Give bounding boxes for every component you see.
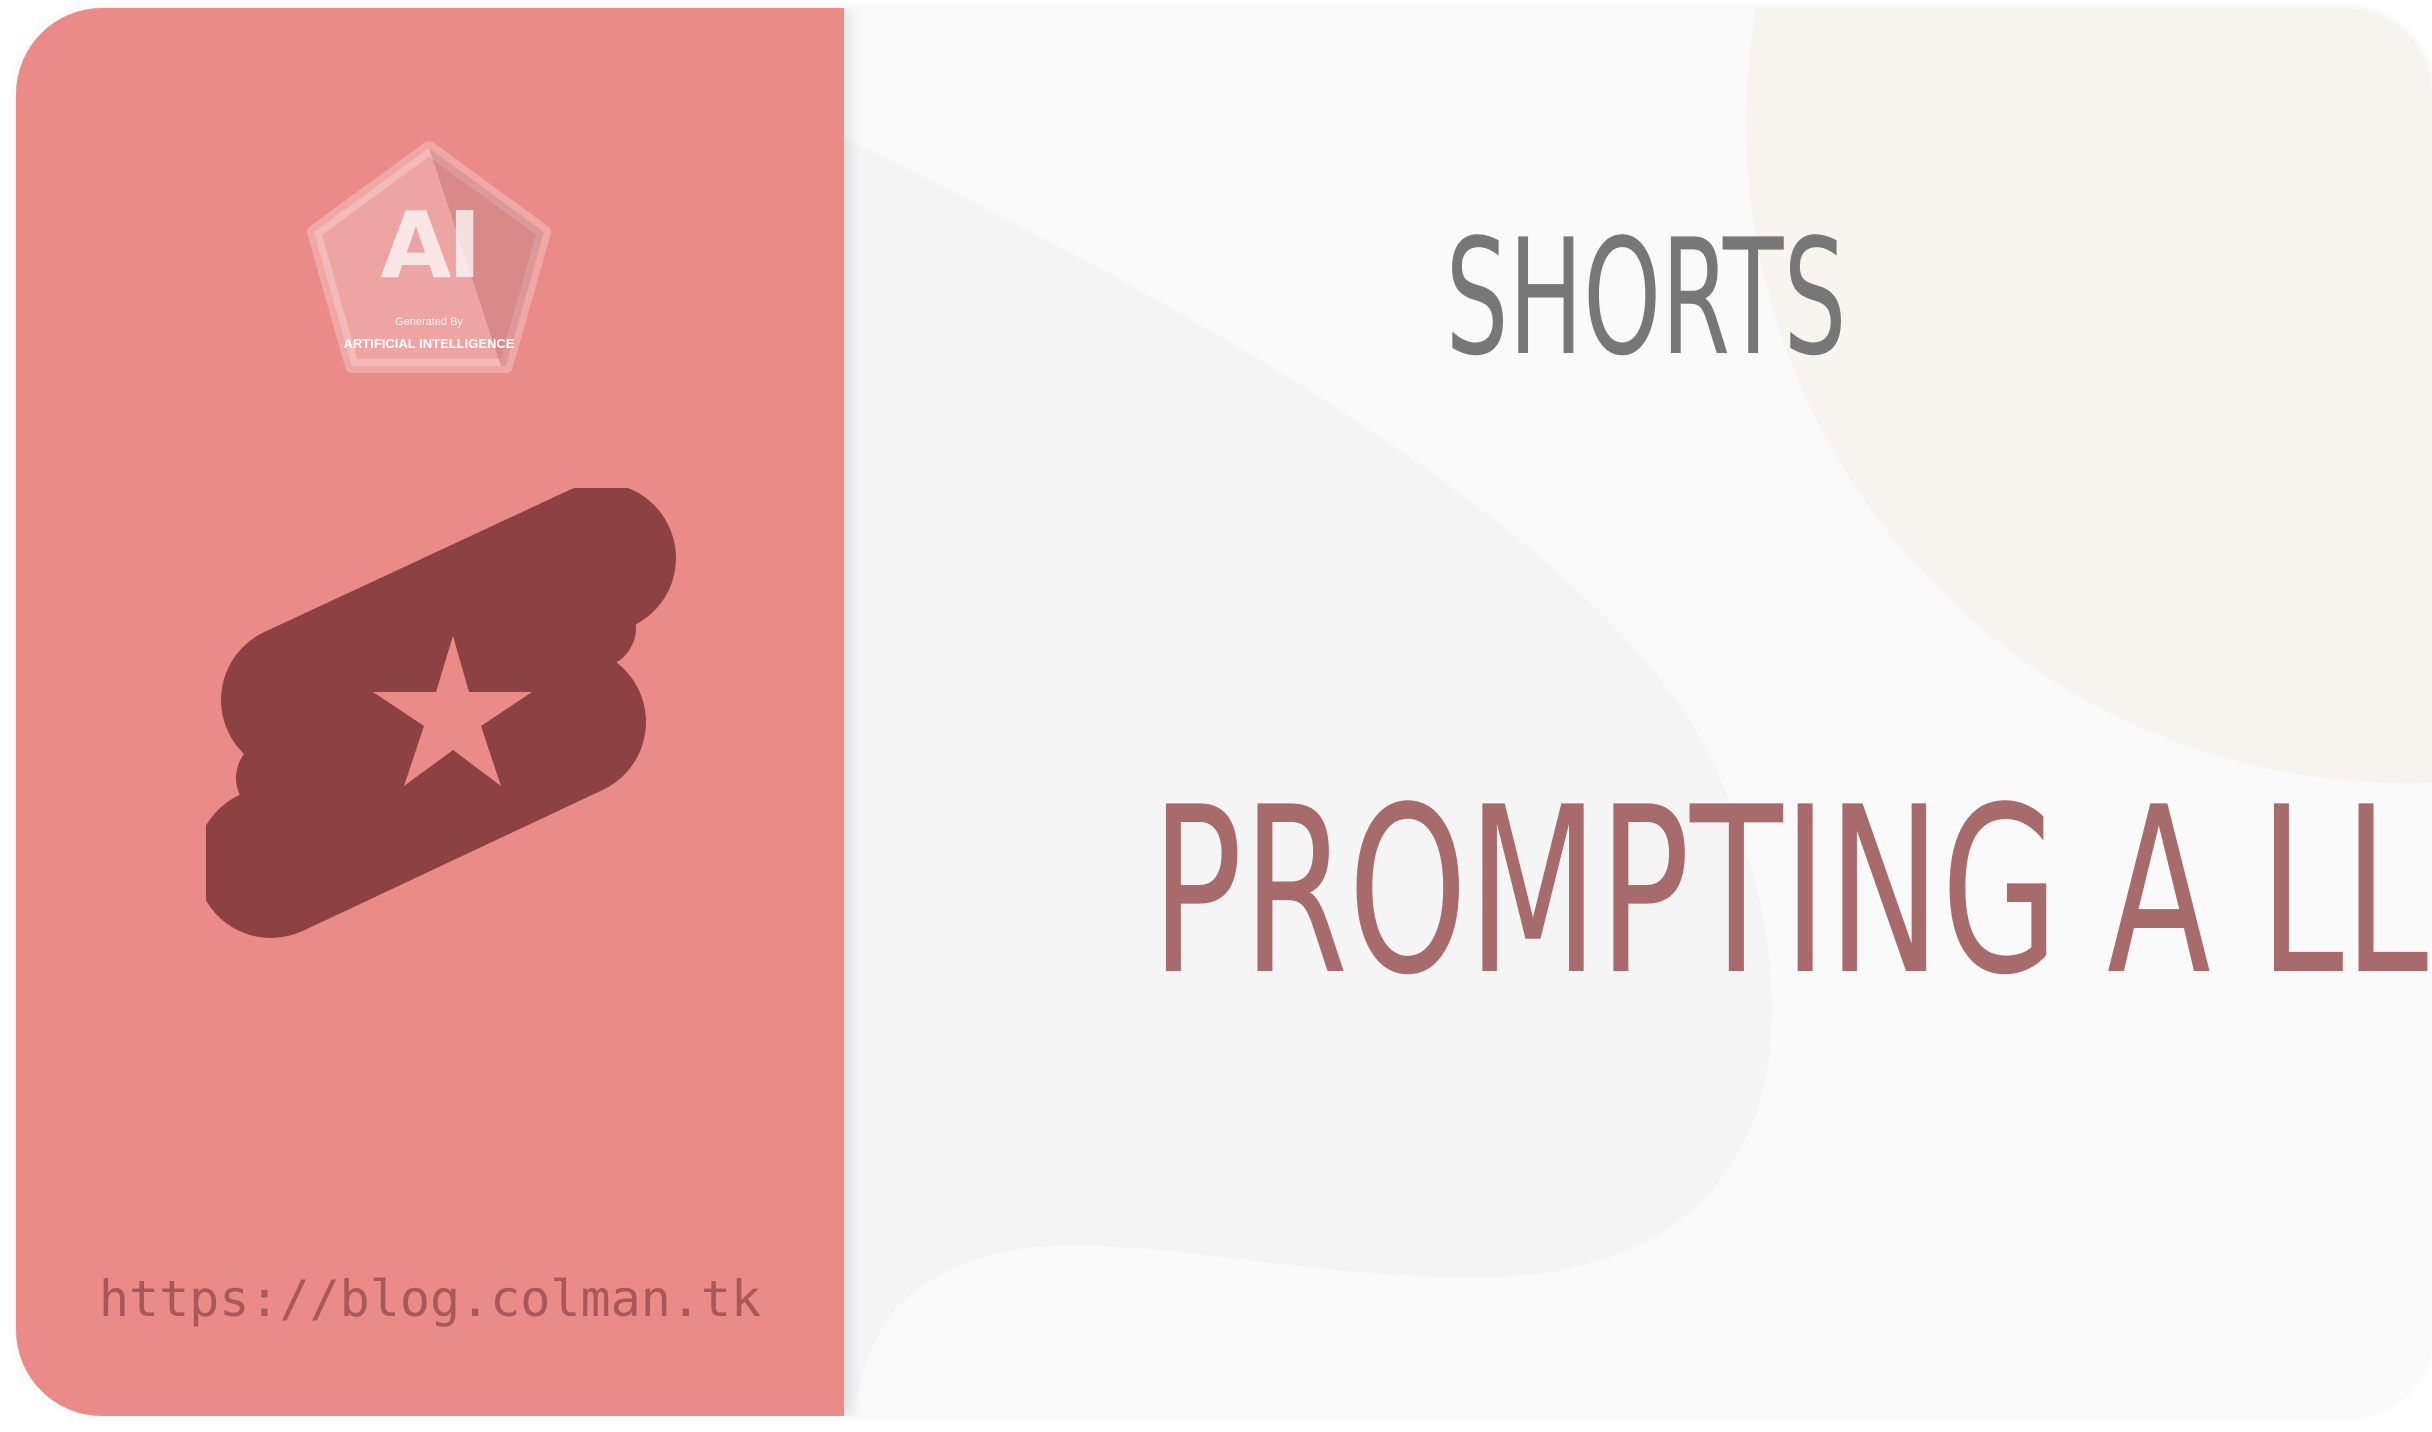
ai-badge: AI Generated By ARTIFICIAL INTELLIGENCE [296,136,562,398]
page-title: PROMPTING A LLM [1151,759,2432,1026]
left-panel: AI Generated By ARTIFICIAL INTELLIGENCE … [16,8,844,1416]
badge-line-2: ARTIFICIAL INTELLIGENCE [343,336,515,351]
thumbnail-card: AI Generated By ARTIFICIAL INTELLIGENCE … [16,8,2432,1416]
category-label: SHORTS [1445,204,1847,391]
badge-line-1: Generated By [395,316,463,328]
badge-title: AI [380,192,481,299]
shorts-logo-icon [206,488,676,938]
blog-url: https://blog.colman.tk [98,1270,762,1328]
